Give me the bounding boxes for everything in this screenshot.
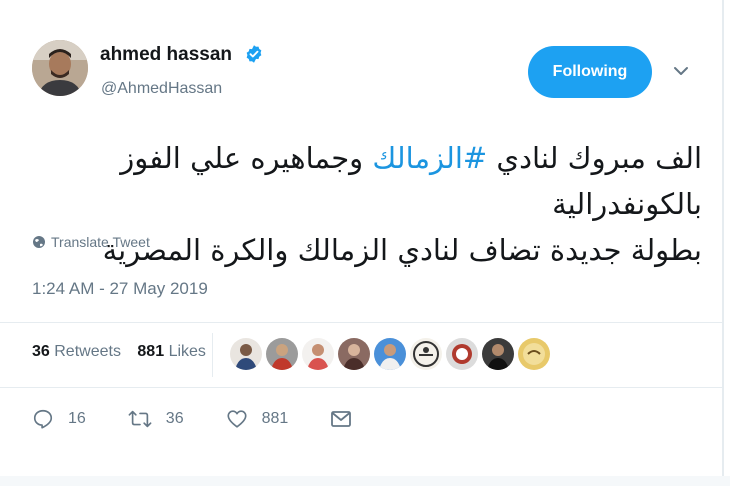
liker-avatar[interactable] [409, 337, 443, 371]
divider [0, 322, 722, 323]
liker-avatar[interactable] [265, 337, 299, 371]
retweets-count: 36 [32, 343, 50, 360]
tweet-line-1: الف مبروك لنادي #الزمالك وجماهيره علي ال… [42, 135, 702, 227]
retweet-count: 36 [165, 410, 184, 427]
tweet-text-part: الف مبروك لنادي [496, 141, 702, 175]
retweet-icon [128, 410, 152, 428]
liker-avatar[interactable] [517, 337, 551, 371]
reply-button[interactable]: 16 [32, 408, 86, 430]
likes-count: 881 [137, 343, 165, 360]
globe-icon [33, 236, 45, 248]
tweet-text: الف مبروك لنادي #الزمالك وجماهيره علي ال… [42, 135, 702, 273]
following-button[interactable]: Following [528, 46, 652, 98]
hashtag-link[interactable]: #الزمالك [372, 141, 487, 175]
tweet-stats: 36 Retweets 881 Likes [32, 343, 206, 361]
retweets-label: Retweets [54, 343, 121, 360]
chevron-down-icon[interactable] [672, 64, 690, 78]
tweet-timestamp[interactable]: 1:24 AM - 27 May 2019 [32, 279, 208, 299]
tweet-actions: 16 36 881 [32, 408, 394, 430]
direct-message-button[interactable] [330, 409, 352, 429]
liker-avatar[interactable] [301, 337, 335, 371]
liker-avatar[interactable] [229, 337, 263, 371]
frame-edge [722, 0, 724, 486]
frame-edge [0, 476, 730, 486]
tweet-card: ahmed hassan @AhmedHassan Following الف … [0, 0, 730, 486]
message-icon [331, 411, 352, 427]
verified-badge-icon [246, 45, 262, 63]
liker-avatar[interactable] [481, 337, 515, 371]
like-button[interactable]: 881 [226, 408, 289, 430]
liker-avatar[interactable] [337, 337, 371, 371]
reply-count: 16 [68, 410, 86, 427]
likers-avatars [229, 337, 551, 371]
translate-label: Translate Tweet [51, 234, 150, 250]
likes-stat[interactable]: 881 Likes [137, 343, 206, 360]
liker-avatar[interactable] [445, 337, 479, 371]
retweet-button[interactable]: 36 [128, 408, 184, 430]
retweets-stat[interactable]: 36 Retweets [32, 343, 121, 360]
reply-icon [33, 409, 53, 429]
translate-tweet-link[interactable]: Translate Tweet [32, 234, 150, 250]
author-name[interactable]: ahmed hassan [100, 44, 232, 66]
likes-label: Likes [168, 343, 206, 360]
heart-icon [227, 410, 247, 428]
author-avatar[interactable] [32, 40, 88, 96]
stats-divider [212, 333, 213, 377]
liker-avatar[interactable] [373, 337, 407, 371]
like-count: 881 [261, 410, 289, 427]
divider [0, 387, 722, 388]
author-handle[interactable]: @AhmedHassan [101, 80, 222, 98]
